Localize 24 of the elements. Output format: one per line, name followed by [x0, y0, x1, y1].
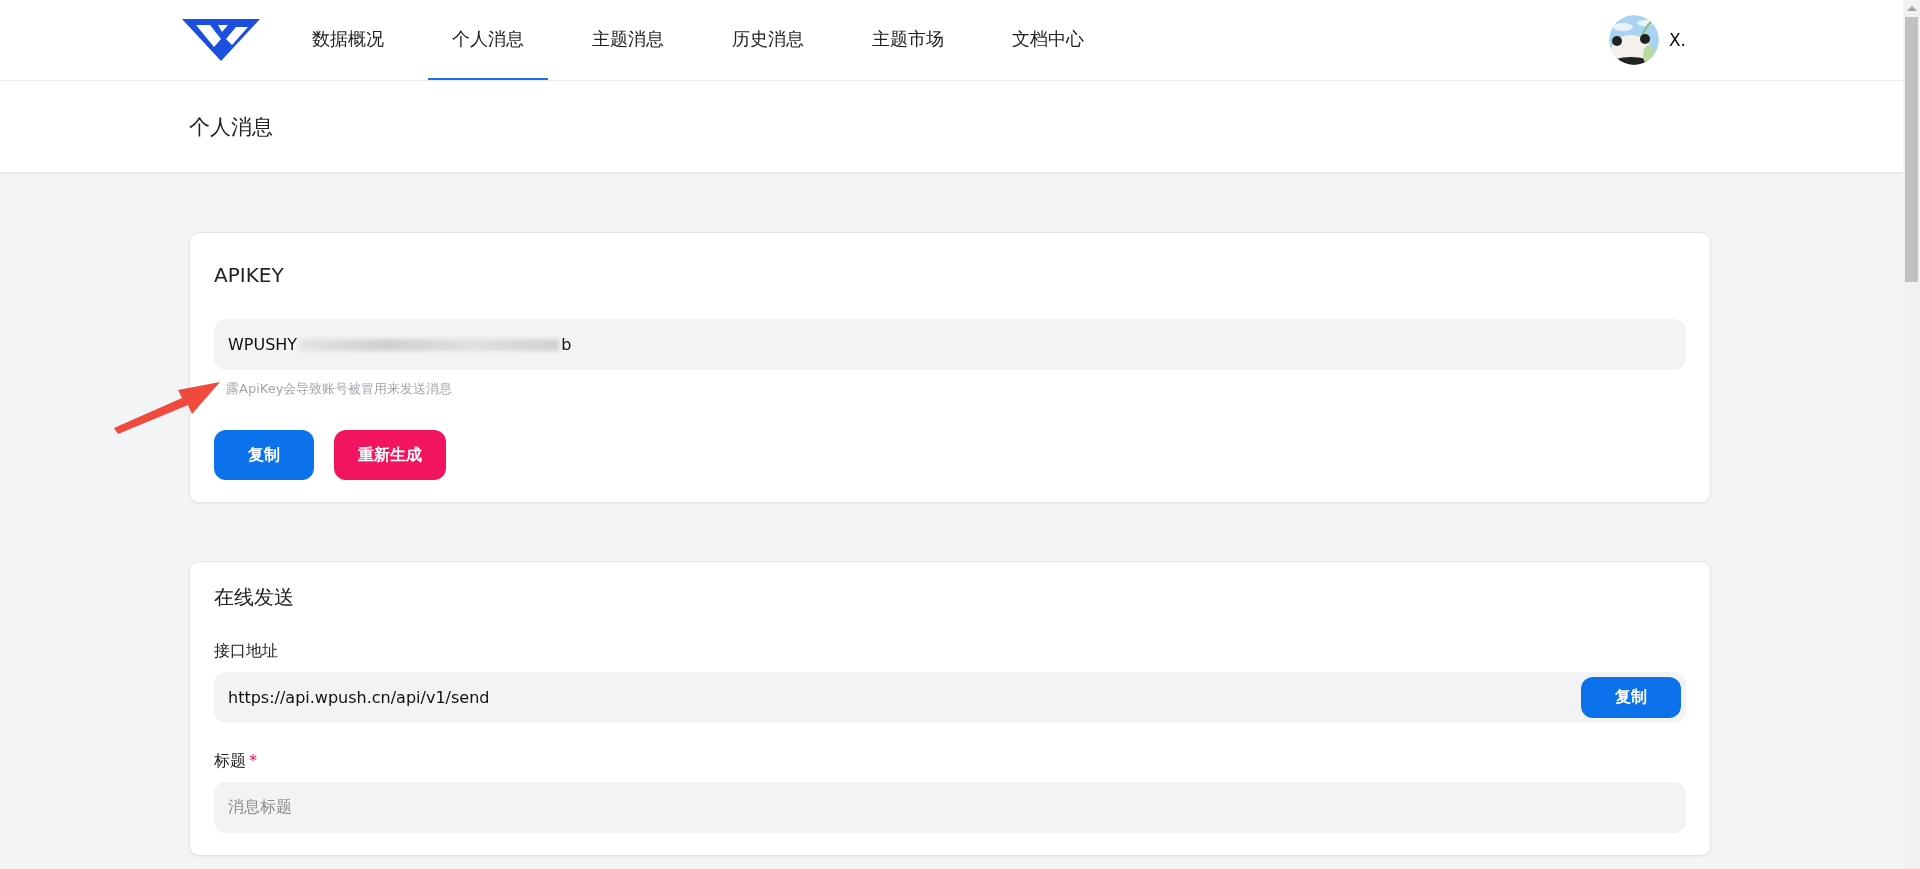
field-label: 标题	[214, 751, 246, 772]
nav-tab[interactable]: 主题市场	[848, 0, 968, 80]
nav-tab[interactable]: 文档中心	[988, 0, 1108, 80]
copy-button[interactable]: 复制	[214, 430, 314, 480]
card-title: 在线发送	[214, 584, 295, 611]
input-field[interactable]: https://api.wpush.cn/api/v1/send 复制	[214, 672, 1686, 723]
key-end: b	[561, 335, 572, 354]
nav-tab[interactable]: 主题消息	[568, 0, 688, 80]
page-title: 个人消息	[189, 113, 273, 141]
required-mark: *	[249, 751, 257, 772]
logo-icon[interactable]	[180, 17, 262, 63]
user-name[interactable]: X.	[1668, 30, 1686, 50]
apikey-field[interactable]: WPUSHY b	[214, 319, 1686, 370]
field-placeholder: 消息标题	[228, 797, 292, 818]
nav-tab[interactable]: 历史消息	[708, 0, 828, 80]
key-start: WPUSHY	[228, 335, 298, 354]
regenerate-button[interactable]: 重新生成	[334, 430, 446, 480]
hint-text: 露ApiKey会导致账号被冒用来发送消息	[226, 380, 454, 398]
nav-tab[interactable]: 数据概况	[288, 0, 408, 80]
scrollbar-drawing[interactable]	[1903, 0, 1920, 869]
field-label: 接口地址	[214, 641, 278, 662]
card-title: APIKEY	[214, 263, 285, 287]
copy-button[interactable]: 复制	[1581, 677, 1681, 718]
field-value: https://api.wpush.cn/api/v1/send	[228, 688, 490, 707]
